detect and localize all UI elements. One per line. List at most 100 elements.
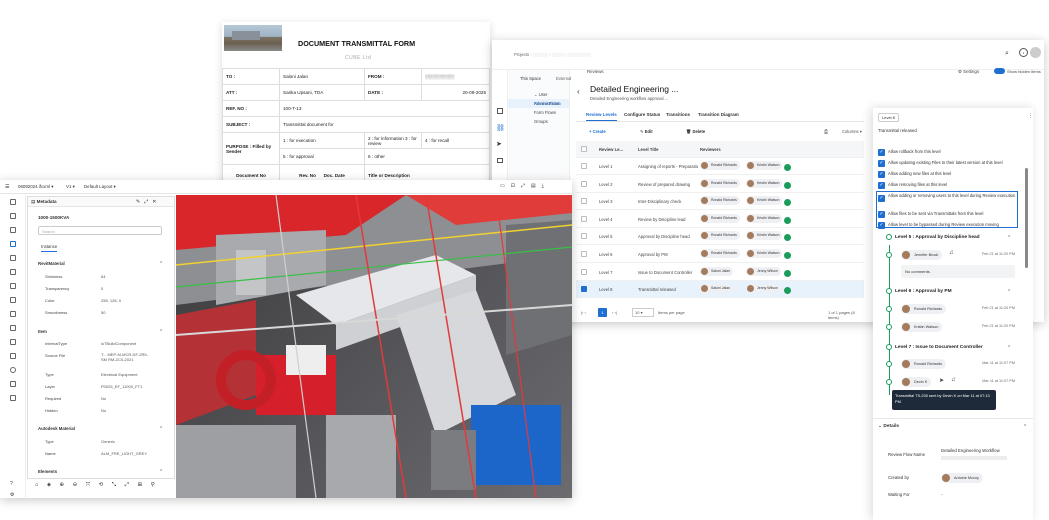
scrollbar[interactable]	[1025, 168, 1028, 268]
tab-instance[interactable]: Instance	[41, 244, 58, 252]
menu-icon[interactable]: ☰	[5, 184, 9, 190]
link-icon[interactable]	[10, 381, 16, 387]
edit-button[interactable]: ✎ Edit	[640, 129, 653, 134]
markup-icon[interactable]	[10, 311, 16, 317]
clock-icon[interactable]	[10, 297, 16, 303]
revit-material-section[interactable]: RevitMaterial	[38, 261, 162, 267]
settings-icon[interactable]	[10, 227, 16, 233]
table-row[interactable]: Level 7 Issue to Document Controller Salon…	[576, 264, 864, 281]
back-chevron-icon[interactable]: ‹	[577, 87, 580, 96]
layers-icon[interactable]	[10, 199, 16, 205]
view-select[interactable]: V1 ▾	[66, 184, 75, 190]
mail-icon[interactable]	[497, 158, 503, 163]
row-checkbox[interactable]	[581, 198, 587, 205]
delete-button[interactable]: 🗑 Delete	[686, 129, 705, 135]
camera-icon[interactable]	[10, 339, 16, 345]
select-all-checkbox[interactable]	[581, 146, 587, 152]
avatar[interactable]	[1030, 47, 1041, 58]
table-row[interactable]: Level 2 Review of prepared drawing Ronald …	[576, 176, 864, 193]
row-checkbox[interactable]	[581, 286, 587, 293]
table-row[interactable]: Level 5 Approval by Discipline head Ronald…	[576, 228, 864, 246]
export-icon[interactable]: ⎙	[824, 129, 828, 135]
option-add-files[interactable]: Allow adding new files at this level	[878, 169, 951, 179]
panel-controls[interactable]: ✎⤢✕	[136, 199, 160, 205]
tab-this-space[interactable]: This Space	[520, 76, 541, 81]
breadcrumb[interactable]: Projects › ░░░░░ › ░░░░ › ░░░░░░░░	[514, 52, 591, 57]
tab-review-levels[interactable]: Review Levels	[586, 112, 617, 121]
table-row[interactable]: Level 8 Transmittal released Saloni Jalan J…	[576, 281, 864, 299]
layout-select[interactable]: Default Layout ▾	[84, 184, 116, 190]
tab-transitions[interactable]: Transitions	[666, 112, 690, 117]
send-icon[interactable]: ➤	[939, 377, 944, 384]
row-checkbox[interactable]	[581, 180, 587, 187]
top-bar: Projects › ░░░░░ › ░░░░ › ░░░░░░░░ ⌕ •	[492, 40, 1044, 70]
row-checkbox[interactable]	[581, 163, 587, 169]
tab-external[interactable]: External	[556, 76, 571, 81]
option-send-transmittals[interactable]: Allow files to be sent via Transmittals …	[878, 209, 983, 219]
row-title: Issue to Document Controller	[638, 269, 693, 275]
tab-transition-diagram[interactable]: Transition Diagram	[698, 112, 739, 117]
row-checkbox[interactable]	[581, 215, 587, 222]
page-button[interactable]: 1	[598, 308, 607, 317]
more-icon[interactable]: ⋮	[1028, 113, 1033, 119]
wifi-icon[interactable]	[10, 395, 16, 401]
search-input[interactable]: Search	[38, 226, 162, 235]
send-icon[interactable]: ➤	[496, 140, 502, 148]
collapse-icon[interactable]: ⌃	[1023, 424, 1027, 430]
option-update-files[interactable]: Allow updating existing Files to their l…	[878, 158, 1003, 168]
show-hidden-toggle[interactable]	[994, 68, 1005, 74]
option-add-remove-users[interactable]: Allow adding or removing users to this l…	[878, 193, 1016, 205]
option-remove-files[interactable]: Allow removing files at this level	[878, 180, 947, 190]
search-icon[interactable]: ⌕	[1005, 50, 1009, 58]
sheet-icon[interactable]	[10, 269, 16, 275]
details-heading[interactable]: ⌄ Details	[878, 424, 899, 429]
next-page-icon[interactable]: › ›|	[612, 310, 617, 315]
3d-model-viewport[interactable]	[176, 195, 572, 498]
collapse-icon[interactable]: ⌃	[1007, 289, 1011, 295]
flag-icon[interactable]	[10, 353, 16, 359]
elements-section[interactable]: Elements	[38, 469, 164, 475]
table-row[interactable]: Level 6 Approval by PM Ronald Richards Kris…	[576, 246, 864, 263]
option-rollback[interactable]: Allow rollback from this level	[878, 147, 941, 157]
nav-form-flows[interactable]: Form Flows	[508, 108, 569, 117]
tree-icon[interactable]	[10, 213, 16, 219]
reviewer-pill: Kristin Watson	[746, 213, 783, 223]
gear-icon[interactable]: ⚙	[10, 492, 14, 498]
notification-icon[interactable]: •	[1019, 48, 1028, 57]
settings-tab[interactable]: ⚙ Settings	[958, 69, 979, 75]
row-checkbox[interactable]	[581, 268, 587, 275]
reviewer-pill: Kristin Watson	[746, 249, 783, 258]
people-icon[interactable]	[10, 283, 16, 289]
item-section[interactable]: Item	[38, 329, 161, 335]
home-icon[interactable]	[497, 108, 503, 114]
bell-icon[interactable]: ♫	[951, 377, 956, 383]
create-button[interactable]: + Create	[589, 129, 606, 134]
purpose-item: 2 : for information 3 : for review	[364, 132, 422, 149]
collapse-icon[interactable]: ⌃	[1007, 345, 1011, 351]
measure-icon[interactable]	[10, 325, 16, 331]
row-checkbox[interactable]	[581, 251, 587, 257]
help-icon[interactable]: ?	[10, 481, 13, 487]
window-controls[interactable]: ▭⊡⤢▤⤓	[500, 183, 550, 189]
bell-icon[interactable]: ♫	[949, 250, 954, 256]
page-size-select[interactable]: 10 ▾	[632, 308, 654, 317]
collapse-icon[interactable]: ⌃	[1007, 235, 1011, 241]
timeline-node	[886, 306, 892, 312]
tab-configure-status[interactable]: Configure Status	[624, 112, 660, 117]
autodesk-material-section[interactable]: Autodesk Material	[38, 426, 163, 432]
table-row[interactable]: Level 4 Review by Discipline lead Ronald R…	[576, 211, 864, 228]
navigation-tools[interactable]: ⌂◈⊕⊖⤧⟲⤡⤢⊞⚲	[35, 482, 163, 489]
nav-groups[interactable]: Groups	[508, 117, 569, 126]
table-row[interactable]: Level 3 Inter-Disciplinary check Ronald Ri…	[576, 193, 864, 211]
columns-button[interactable]: Columns ▾	[842, 129, 862, 134]
row-checkbox[interactable]	[581, 233, 587, 240]
table-row[interactable]: Level 1 Assigning of reports - Preparatio…	[576, 158, 864, 175]
nav-user-administration[interactable]: ⌄ User Administration	[508, 90, 569, 106]
first-page-icon[interactable]: |‹ ‹	[581, 310, 586, 315]
metadata-icon[interactable]	[10, 241, 16, 247]
option-bypass[interactable]: Allow level to be bypassed during Review…	[878, 220, 1018, 230]
search-icon[interactable]	[10, 255, 16, 261]
info-icon[interactable]	[10, 367, 16, 373]
file-select[interactable]: 06092024.ifcxml ▾	[18, 184, 53, 190]
link-icon[interactable]: ⛓	[496, 124, 505, 132]
